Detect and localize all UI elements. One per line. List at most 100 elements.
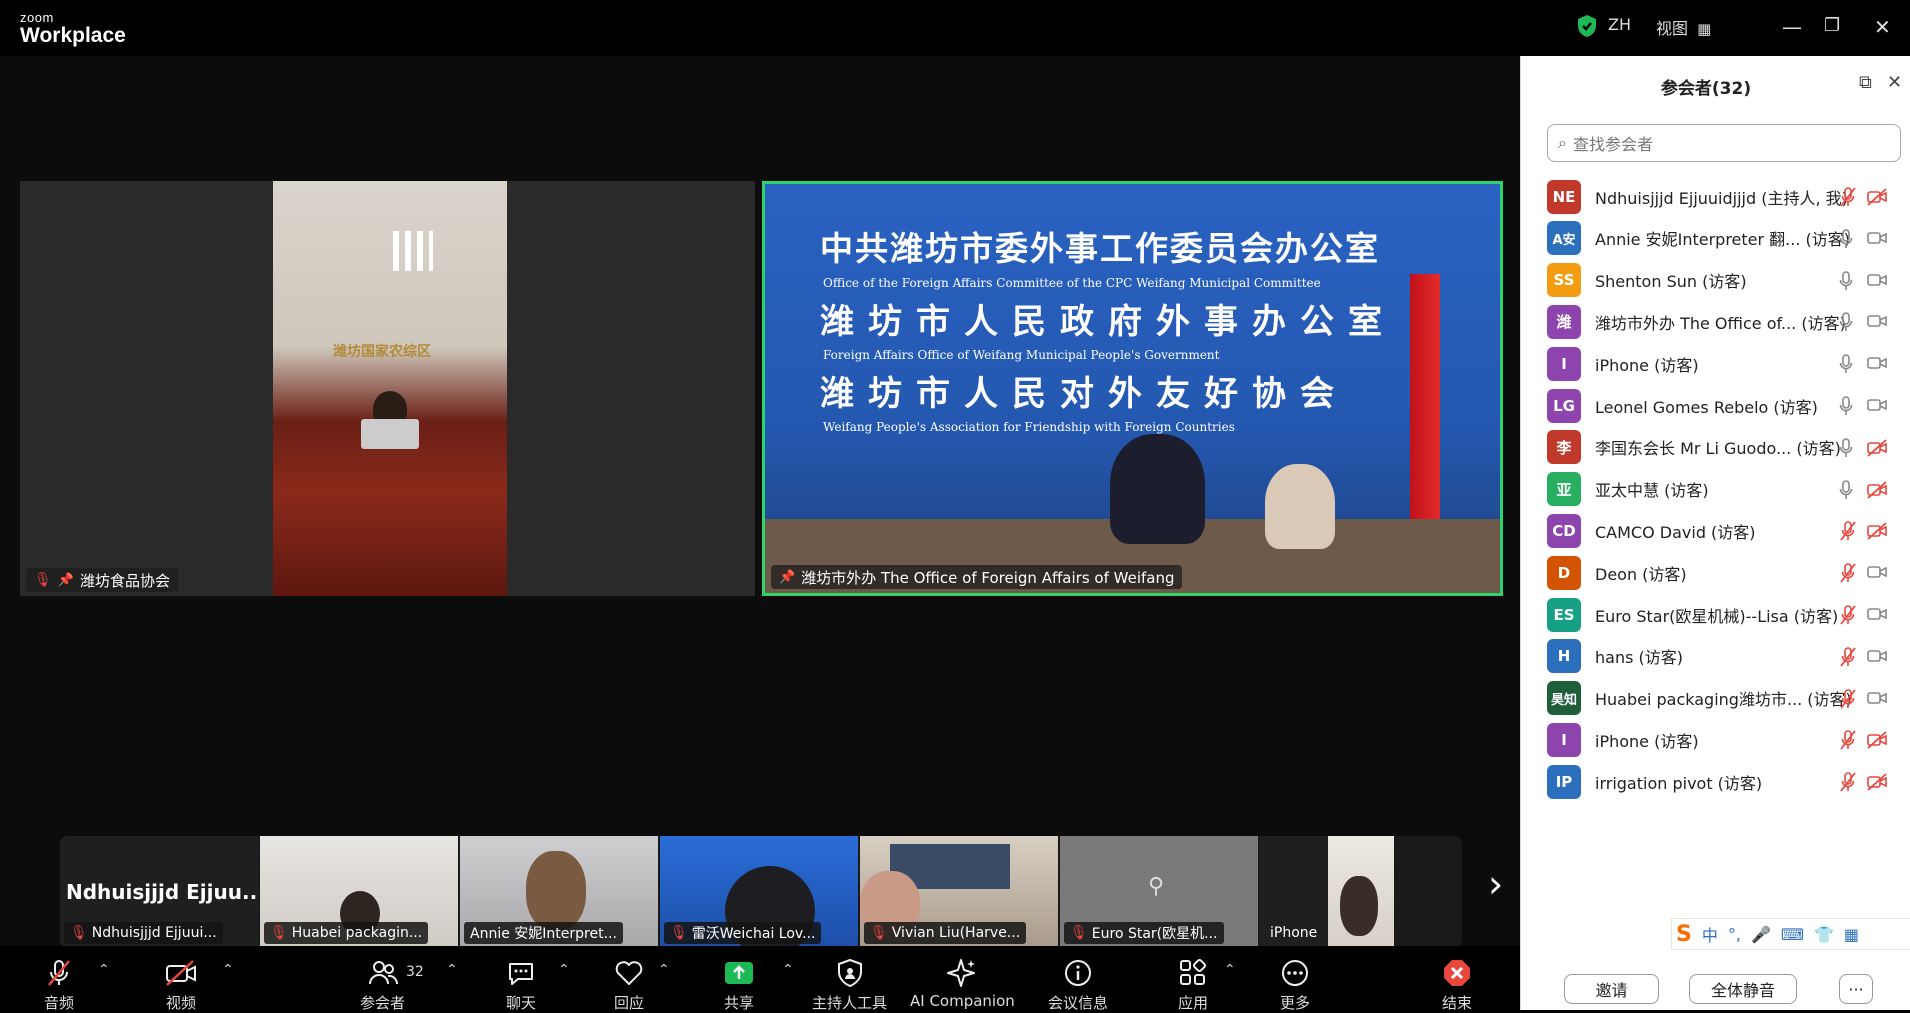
mic-muted-icon[interactable] xyxy=(1839,563,1857,588)
camera-off-icon[interactable] xyxy=(1867,731,1887,754)
restore-icon[interactable]: ❐ xyxy=(1824,15,1840,36)
audio-options-caret[interactable]: ⌃ xyxy=(98,962,110,978)
mic-icon[interactable] xyxy=(1839,270,1853,296)
participant-row[interactable]: ES Euro Star(欧星机械)--Lisa (访客) xyxy=(1521,594,1910,635)
minimize-icon[interactable]: — xyxy=(1782,15,1802,39)
chat-button[interactable]: 聊天 xyxy=(506,946,536,1012)
mic-icon[interactable] xyxy=(1839,396,1853,421)
popout-icon[interactable]: ⧉ xyxy=(1859,72,1872,93)
mic-icon[interactable] xyxy=(1839,354,1853,379)
chat-options-caret[interactable]: ⌃ xyxy=(558,962,570,978)
participant-row[interactable]: 亚亚太中慧 (访客) xyxy=(1521,469,1910,510)
participant-row[interactable]: 昊知 Huabei packaging潍坊市... (访客) xyxy=(1521,678,1910,719)
mic-icon: 🎤 xyxy=(1750,924,1771,944)
participant-row[interactable]: LG Leonel Gomes Rebelo (访客) xyxy=(1521,385,1910,426)
encryption-shield-icon[interactable] xyxy=(1576,14,1598,42)
participant-row[interactable]: D Deon (访客) xyxy=(1521,552,1910,593)
camera-icon[interactable] xyxy=(1867,606,1887,627)
video-tile-weifang-food[interactable]: 潍坊国家农综区 🎙 📌 潍坊食品协会 xyxy=(20,181,755,596)
meeting-info-button[interactable]: 会议信息 xyxy=(1048,946,1108,1012)
camera-off-icon[interactable] xyxy=(1867,773,1887,796)
react-button[interactable]: 回应 xyxy=(614,946,644,1012)
mic-icon[interactable] xyxy=(1839,312,1853,337)
end-icon xyxy=(1442,958,1472,988)
participant-name: Annie 安妮Interpreter 翻... (访客) xyxy=(1595,230,1850,250)
thumb-huabei[interactable]: 🎙 Huabei packagin... xyxy=(260,836,458,948)
participants-options-caret[interactable]: ⌃ xyxy=(446,962,458,978)
host-tools-button[interactable]: 主持人工具 xyxy=(812,946,887,1012)
search-input[interactable]: ⌕ 查找参会者 xyxy=(1547,124,1901,162)
close-panel-icon[interactable]: ✕ xyxy=(1887,72,1902,93)
mic-icon[interactable] xyxy=(1839,479,1853,505)
thumb-eurostar[interactable]: ⚲ 🎙 Euro Star(欧星机... xyxy=(1060,836,1258,948)
camera-off-icon[interactable] xyxy=(1867,439,1887,462)
mic-muted-icon[interactable] xyxy=(1839,688,1857,714)
camera-icon[interactable] xyxy=(1867,230,1887,251)
participant-row[interactable]: Hhans (访客) xyxy=(1521,636,1910,677)
react-options-caret[interactable]: ⌃ xyxy=(658,962,670,978)
language-indicator[interactable]: ZH xyxy=(1608,15,1631,34)
participant-row[interactable]: 潍潍坊市外办 The Office of... (访客) xyxy=(1521,301,1910,342)
participant-row[interactable]: CD CAMCO David (访客) xyxy=(1521,510,1910,551)
participants-button[interactable]: 参会者 xyxy=(360,946,405,1012)
video-button[interactable]: 视频 xyxy=(164,946,198,1012)
participant-row[interactable]: SS Shenton Sun (访客) xyxy=(1521,260,1910,301)
camera-icon[interactable] xyxy=(1867,397,1887,418)
end-meeting-button[interactable]: 结束 xyxy=(1442,946,1472,1012)
close-window-icon[interactable]: ✕ xyxy=(1874,15,1891,39)
participant-row[interactable]: IP irrigation pivot (访客) xyxy=(1521,761,1910,802)
video-feed: 潍坊国家农综区 xyxy=(273,181,507,596)
camera-icon[interactable] xyxy=(1867,648,1887,669)
invite-button[interactable]: 邀请 xyxy=(1564,974,1659,1004)
participant-row[interactable]: 李李国东会长 Mr Li Guodo... (访客) xyxy=(1521,427,1910,468)
thumb-host[interactable]: Ndhuisjjjd Ejjuu... 🎙 Ndhuisjjjd Ejjuui..… xyxy=(60,836,258,948)
camera-icon[interactable] xyxy=(1867,564,1887,585)
thumb-iphone[interactable]: iPhone xyxy=(1260,836,1394,948)
thumb-label: 🎙 Huabei packagin... xyxy=(264,922,429,944)
room-sign: 潍坊国家农综区 xyxy=(333,344,431,360)
apps-button[interactable]: 应用 xyxy=(1178,946,1208,1012)
mic-muted-icon[interactable] xyxy=(1839,605,1857,630)
participant-name: Euro Star(欧星机械)--Lisa (访客) xyxy=(1595,606,1839,626)
ime-toolbar[interactable]: S 中 °, 🎤 ⌨ 👕 ▦ xyxy=(1671,918,1910,950)
camera-icon[interactable] xyxy=(1867,690,1887,711)
pin-icon: 📌 xyxy=(57,572,74,588)
camera-icon[interactable] xyxy=(1867,355,1887,376)
camera-off-icon[interactable] xyxy=(1867,522,1887,545)
participant-row[interactable]: IiPhone (访客) xyxy=(1521,343,1910,384)
participant-row[interactable]: IiPhone (访客) xyxy=(1521,719,1910,760)
view-button[interactable]: 视图 ▦ xyxy=(1656,15,1711,39)
mic-muted-icon[interactable] xyxy=(1839,646,1857,672)
panel-more-button[interactable]: ··· xyxy=(1839,974,1873,1004)
more-button[interactable]: 更多 xyxy=(1280,946,1310,1012)
thumb-weichai[interactable]: 🎙 雷沃Weichai Lov... xyxy=(660,836,858,948)
participant-avatar: I xyxy=(1547,722,1581,757)
mic-muted-icon[interactable] xyxy=(1839,730,1857,755)
thumb-vivian[interactable]: 🎙 Vivian Liu(Harve... xyxy=(860,836,1058,948)
video-tile-weifang-foreign-affairs[interactable]: 中共潍坊市委外事工作委员会办公室 Office of the Foreign A… xyxy=(762,181,1503,596)
banner-line-3: 潍坊市人民对外友好协会 xyxy=(820,374,1348,414)
participant-row[interactable]: NE Ndhuisjjjd Ejjuuidjjjd (主持人, 我) xyxy=(1521,176,1910,217)
mute-all-button[interactable]: 全体静音 xyxy=(1689,974,1797,1004)
filmstrip-next-icon[interactable]: › xyxy=(1488,862,1503,906)
participant-row[interactable]: A安 Annie 安妮Interpreter 翻... (访客) xyxy=(1521,218,1910,259)
apps-options-caret[interactable]: ⌃ xyxy=(1224,962,1236,978)
camera-icon[interactable] xyxy=(1867,313,1887,334)
mic-icon[interactable] xyxy=(1839,437,1853,463)
mic-muted-icon[interactable] xyxy=(1839,187,1857,212)
camera-icon[interactable] xyxy=(1867,272,1887,293)
video-options-caret[interactable]: ⌃ xyxy=(222,962,234,978)
participant-avatar: 李 xyxy=(1547,430,1581,465)
mic-icon[interactable] xyxy=(1839,228,1853,254)
share-button[interactable]: 共享 xyxy=(724,946,754,1012)
thumb-name-display: Ndhuisjjjd Ejjuu... xyxy=(66,880,258,904)
mic-muted-icon[interactable] xyxy=(1839,521,1857,546)
share-options-caret[interactable]: ⌃ xyxy=(782,962,794,978)
audio-button[interactable]: 音频 xyxy=(44,946,74,1012)
ai-companion-button[interactable]: AI Companion xyxy=(910,946,1015,1010)
camera-off-icon[interactable] xyxy=(1867,480,1887,504)
thumb-annie[interactable]: Annie 安妮Interpret... xyxy=(460,836,658,948)
camera-off-icon[interactable] xyxy=(1867,188,1887,211)
participant-name: Leonel Gomes Rebelo (访客) xyxy=(1595,397,1818,417)
mic-muted-icon[interactable] xyxy=(1839,772,1857,797)
